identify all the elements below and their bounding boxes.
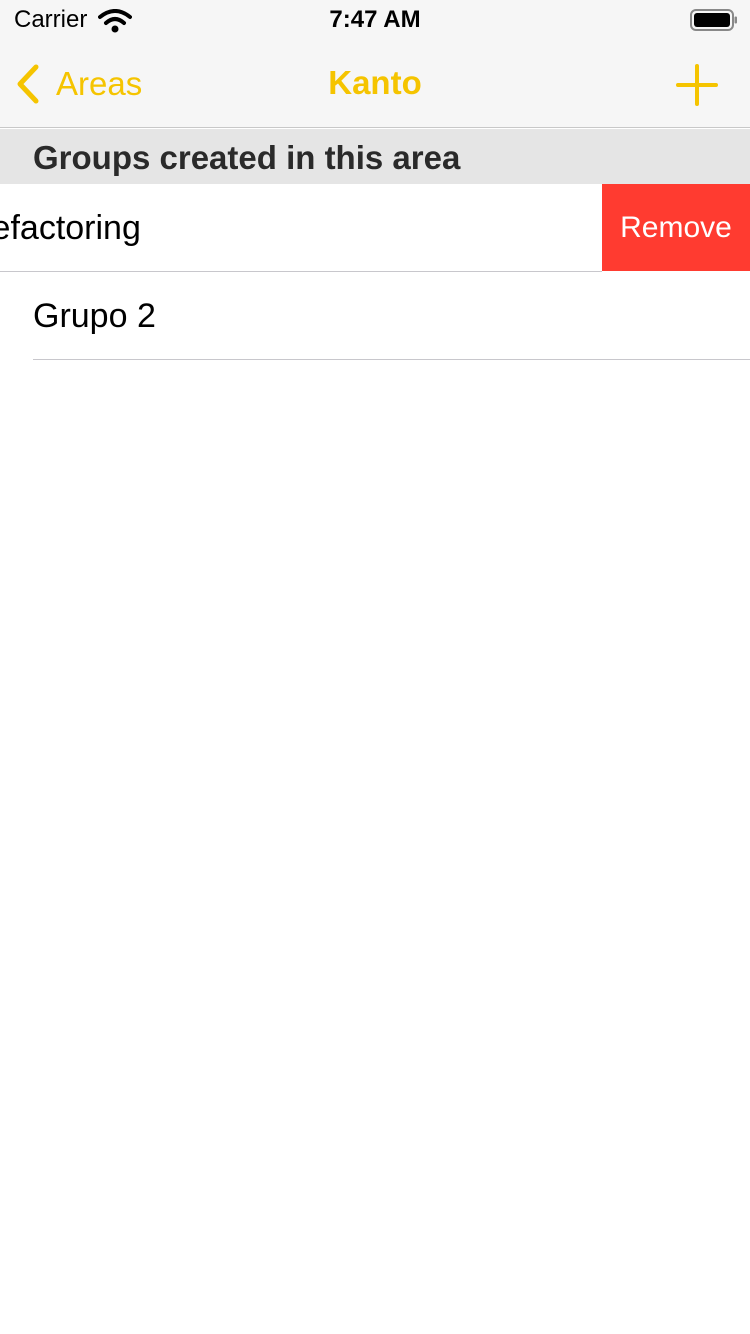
remove-button[interactable]: Remove [602,184,750,271]
list-item-label: Grupo 2 [33,297,156,335]
status-time: 7:47 AM [329,6,421,33]
section-header-label: Groups created in this area [33,139,461,176]
row-separator [33,359,750,360]
navigation-bar: Areas Kanto [0,40,750,128]
back-button[interactable]: Areas [14,62,142,106]
plus-icon[interactable] [672,60,722,110]
list-item[interactable]: Refactoring Remove [0,184,750,272]
section-header: Groups created in this area [0,129,750,184]
chevron-left-icon [17,64,39,104]
back-button-label: Areas [56,65,143,102]
battery-icon [690,9,737,31]
list-item-label: Refactoring [0,209,141,247]
screen: Carrier 7:47 AM Areas Kanto Groups creat… [0,0,750,1334]
status-bar: Carrier 7:47 AM [0,0,750,40]
list-item[interactable]: Grupo 2 [0,272,750,360]
